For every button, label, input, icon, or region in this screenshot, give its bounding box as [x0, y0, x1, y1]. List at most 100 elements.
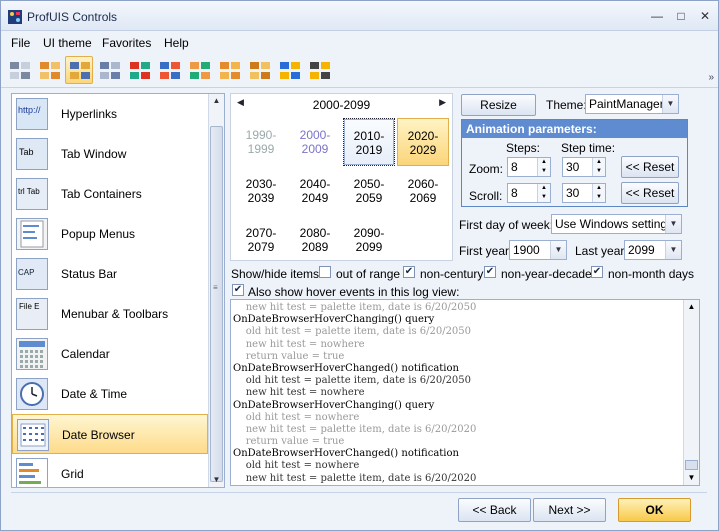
chevron-down-icon[interactable]: ▼ [665, 215, 681, 233]
date-browser[interactable]: 2000-2099 ◀ ▶ 1990- 19991990-19992000- 2… [230, 93, 453, 261]
decade-cell[interactable]: 2090- 20992090-2099 [343, 216, 395, 264]
scroll-steps-spinner[interactable]: 8 ▲ ▼ [507, 183, 551, 203]
chevron-down-icon[interactable]: ▼ [665, 241, 681, 259]
hover-events-checkbox[interactable]: ✔ [232, 284, 244, 296]
menu-help[interactable]: Help [164, 36, 189, 50]
list-item-calendar[interactable]: Calendar [12, 334, 208, 374]
event-log-lines: new hit test = palette item, date is 6/2… [233, 302, 681, 485]
list-item-date-browser[interactable]: Date Browser [12, 414, 208, 454]
non-century-checkbox[interactable]: ✔ [403, 266, 415, 278]
event-log-scrollbar[interactable]: ▲ ▼ [683, 300, 699, 485]
theme-native-xp-icon[interactable] [155, 56, 183, 84]
theme-officexp-icon[interactable] [35, 56, 63, 84]
theme-studio2005-icon[interactable] [95, 56, 123, 84]
list-item-tab-containers[interactable]: trl Tab Tab Containers [12, 174, 208, 214]
scroll-thumb[interactable] [685, 460, 698, 470]
decade-cell[interactable]: 2060- 20692060-2069 [397, 167, 449, 215]
spin-up-icon[interactable]: ▲ [537, 158, 550, 167]
scroll-thumb[interactable] [210, 126, 223, 482]
resize-button[interactable]: Resize [461, 94, 536, 116]
list-item-grid[interactable]: Grid [12, 454, 208, 487]
theme-ribbon-icon[interactable] [275, 56, 303, 84]
scroll-time-spinner[interactable]: 30 ▲ ▼ [562, 183, 606, 203]
theme-office2007-icon[interactable] [215, 56, 243, 84]
first-year-combo[interactable]: 1900 ▼ [509, 240, 567, 260]
scroll-up-icon[interactable]: ▲ [209, 94, 224, 108]
decade-cell[interactable]: 2030- 20392030-2039 [235, 167, 287, 215]
list-item-popup-menus[interactable]: Popup Menus [12, 214, 208, 254]
non-year-decade-checkbox[interactable]: ✔ [484, 266, 496, 278]
maximize-icon[interactable]: □ [673, 8, 689, 24]
non-month-days-checkbox[interactable]: ✔ [591, 266, 603, 278]
spin-up-icon[interactable]: ▲ [592, 158, 605, 167]
animation-parameters-group: Animation parameters: Steps: Step time: … [461, 119, 688, 207]
prev-arrow-icon[interactable]: ◀ [237, 97, 244, 108]
decade-cell[interactable]: 2040- 20492040-2049 [289, 167, 341, 215]
spin-down-icon[interactable]: ▼ [537, 167, 550, 176]
list-item-tab-window[interactable]: Tab Tab Window [12, 134, 208, 174]
decade-cell[interactable]: 2080- 20892080-2089 [289, 216, 341, 264]
step-time-label: Step time: [561, 141, 616, 155]
theme-toolbar: » [1, 54, 718, 88]
decade-cell[interactable]: 2070- 20792070-2079 [235, 216, 287, 264]
next-button[interactable]: Next >> [533, 498, 606, 522]
log-line: return value = true [233, 350, 345, 362]
spin-up-icon[interactable]: ▲ [592, 184, 605, 193]
decade-cell[interactable]: 2010- 20192010-2019 [343, 118, 395, 166]
list-item-date-time[interactable]: Date & Time [12, 374, 208, 414]
decade-cell[interactable]: 2000- 20092000-2009 [289, 118, 341, 166]
zoom-label: Zoom: [469, 162, 504, 176]
list-item-menubar-toolbars[interactable]: File E Menubar & Toolbars [12, 294, 208, 334]
last-year-combo[interactable]: 2099 ▼ [624, 240, 682, 260]
spin-up-icon[interactable]: ▲ [537, 184, 550, 193]
menu-favorites[interactable]: Favorites [102, 36, 151, 50]
menu-ui-theme[interactable]: UI theme [43, 36, 92, 50]
list-item-label: Date Browser [62, 428, 135, 442]
toolbar-overflow-icon[interactable]: » [708, 72, 714, 83]
feature-list[interactable]: Grid Date Browser Date & Time Calendar File … [11, 93, 225, 488]
list-item-label: Popup Menus [61, 227, 136, 241]
close-icon[interactable]: ✕ [697, 8, 713, 24]
zoom-steps-spinner[interactable]: 8 ▲ ▼ [507, 157, 551, 177]
zoom-reset-button[interactable]: << Reset [621, 156, 679, 178]
windows-logo-icon[interactable] [305, 56, 333, 84]
zoom-time-spinner[interactable]: 30 ▲ ▼ [562, 157, 606, 177]
log-line: old hit test = palette item, date is 6/2… [233, 375, 472, 387]
event-log[interactable]: new hit test = palette item, date is 6/2… [230, 299, 700, 486]
decade-cell[interactable]: 2020- 20292020-2029 [397, 118, 449, 166]
first-year-label: First year: [459, 244, 513, 258]
list-item-hyperlinks[interactable]: http:// Hyperlinks [12, 94, 208, 134]
spin-down-icon[interactable]: ▼ [537, 193, 550, 202]
menu-file[interactable]: File [11, 36, 30, 50]
log-line: new hit test = nowhere [233, 387, 365, 399]
splitter-grip-icon[interactable]: ≡ [213, 283, 218, 292]
next-arrow-icon[interactable]: ▶ [439, 97, 446, 108]
animation-parameters-title: Animation parameters: [462, 120, 687, 138]
scroll-reset-button[interactable]: << Reset [621, 182, 679, 204]
chevron-down-icon[interactable]: ▼ [662, 95, 678, 113]
back-button[interactable]: << Back [458, 498, 531, 522]
list-item-status-bar[interactable]: CAP Status Bar [12, 254, 208, 294]
theme-native-icon[interactable] [185, 56, 213, 84]
chevron-down-icon[interactable]: ▼ [550, 241, 566, 259]
first-day-label: First day of week: [459, 218, 554, 232]
minimize-icon[interactable]: — [649, 8, 665, 24]
menu-bar: File UI theme Favorites Help [1, 32, 718, 54]
first-day-combo[interactable]: Use Windows settings ▼ [551, 214, 682, 234]
scroll-up-icon[interactable]: ▲ [684, 300, 699, 314]
theme-office2003-icon[interactable] [65, 56, 93, 84]
scroll-down-icon[interactable]: ▼ [684, 471, 699, 485]
tab-containers-thumb-icon: trl Tab [16, 178, 48, 210]
windows-flag-icon[interactable] [125, 56, 153, 84]
scroll-down-icon[interactable]: ▼ [209, 473, 224, 487]
spin-down-icon[interactable]: ▼ [592, 193, 605, 202]
spin-down-icon[interactable]: ▼ [592, 167, 605, 176]
out-of-range-checkbox[interactable] [319, 266, 331, 278]
theme-office2007-alt-icon[interactable] [245, 56, 273, 84]
theme-office2000-icon[interactable] [5, 56, 33, 84]
calendar-thumb-icon [16, 338, 48, 370]
theme-combo[interactable]: PaintManager ▼ [585, 94, 679, 114]
decade-cell[interactable]: 2050- 20592050-2059 [343, 167, 395, 215]
ok-button[interactable]: OK [618, 498, 691, 522]
decade-cell[interactable]: 1990- 19991990-1999 [235, 118, 287, 166]
